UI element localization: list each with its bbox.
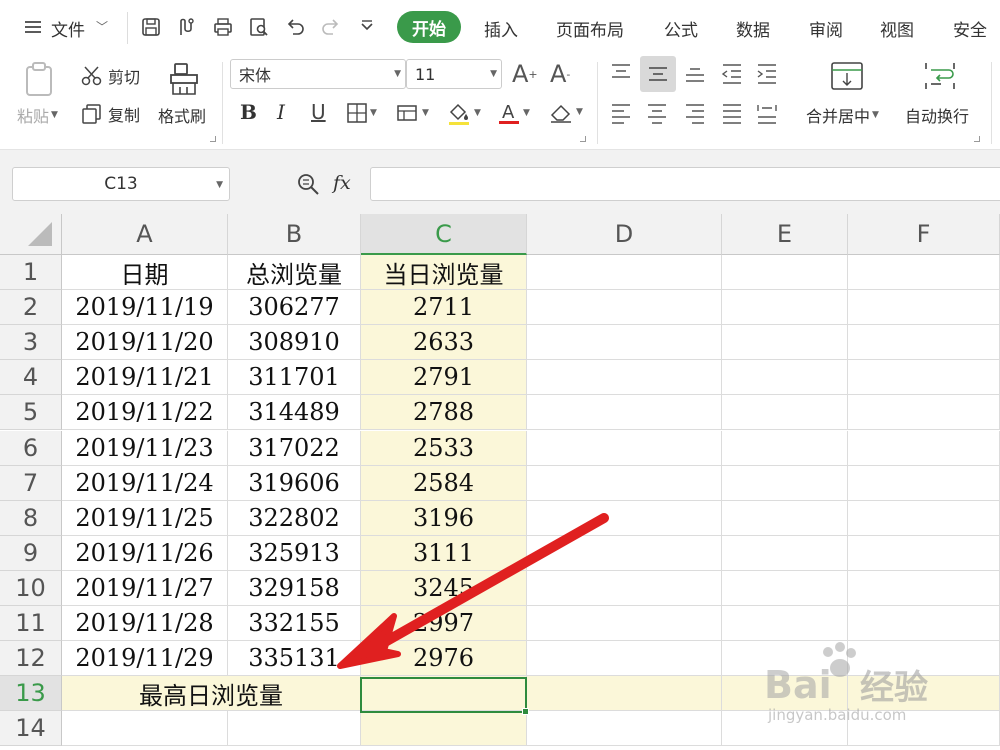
watermark-url: jingyan.baidu.com [768, 706, 907, 724]
paw-icon [823, 642, 856, 677]
arrow-shaft [380, 513, 609, 647]
watermark-text: 经验 [860, 668, 928, 708]
baidu-jingyan-watermark: Bai 经验 jingyan.baidu.com [762, 640, 997, 740]
annotation-arrow [337, 513, 609, 669]
arrow-head [337, 613, 401, 669]
